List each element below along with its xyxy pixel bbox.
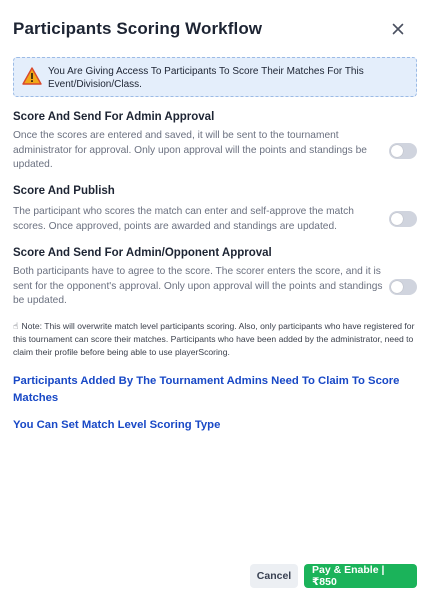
modal-footer: Cancel Pay & Enable | ₹850 [250, 564, 417, 588]
hand-pointer-icon: ☝ [13, 321, 19, 331]
option-heading: Score And Send For Admin/Opponent Approv… [13, 247, 272, 259]
option-description: Both participants have to agree to the s… [13, 266, 383, 307]
access-notice: You Are Giving Access To Participants To… [13, 57, 417, 97]
close-icon[interactable] [388, 19, 408, 39]
warning-icon [22, 67, 42, 85]
match-level-scoring-link[interactable]: You Can Set Match Level Scoring Type [13, 417, 220, 434]
scoring-workflow-modal: Participants Scoring Workflow You Are Gi… [0, 0, 430, 600]
option-heading: Score And Send For Admin Approval [13, 111, 215, 123]
option-description: The participant who scores the match can… [13, 206, 354, 232]
opponent-approval-toggle[interactable] [389, 279, 417, 295]
toggle-knob [391, 213, 403, 225]
option-score-and-publish: Score And Publish The participant who sc… [13, 184, 417, 234]
modal-header: Participants Scoring Workflow [13, 18, 417, 42]
admin-approval-toggle[interactable] [389, 143, 417, 159]
modal-title: Participants Scoring Workflow [13, 19, 263, 38]
option-admin-approval: Score And Send For Admin Approval Once t… [13, 110, 417, 172]
pay-and-enable-button[interactable]: Pay & Enable | ₹850 [304, 564, 417, 588]
option-opponent-approval: Score And Send For Admin/Opponent Approv… [13, 246, 417, 308]
toggle-knob [391, 145, 403, 157]
option-description: Once the scores are entered and saved, i… [13, 130, 367, 171]
cancel-button[interactable]: Cancel [250, 564, 298, 588]
notice-text: You Are Giving Access To Participants To… [48, 66, 364, 90]
option-heading: Score And Publish [13, 185, 115, 197]
note-text: Note: This will overwrite match level pa… [13, 321, 415, 357]
claim-profile-link[interactable]: Participants Added By The Tournament Adm… [13, 373, 413, 406]
toggle-knob [391, 281, 403, 293]
score-and-publish-toggle[interactable] [389, 211, 417, 227]
scoring-note: ☝ Note: This will overwrite match level p… [13, 320, 417, 359]
